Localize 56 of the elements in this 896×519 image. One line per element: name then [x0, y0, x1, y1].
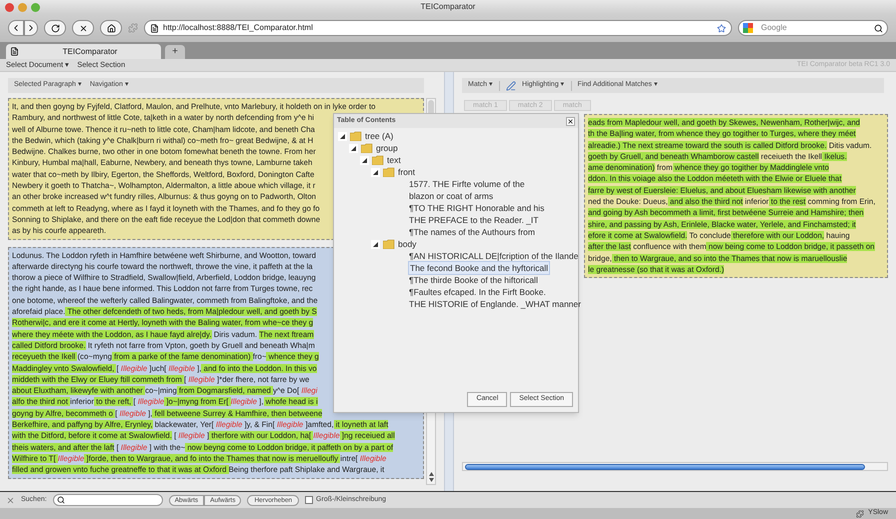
home-icon — [106, 24, 116, 32]
url-text: http://localhost:8888/TEI_Comparator.html — [163, 22, 314, 34]
folder-icon — [383, 167, 395, 177]
folder-icon — [372, 155, 384, 165]
tree-item[interactable]: ¶AN HISTORICALL DE|fcription of the Ilande — [408, 250, 580, 262]
page-icon — [150, 24, 159, 32]
expand-toggle[interactable] — [360, 156, 369, 164]
tree-node[interactable]: group — [376, 142, 398, 154]
home-button[interactable] — [100, 20, 122, 36]
tree-item[interactable]: ¶Faultes efcaped. In the Firft Booke. — [408, 286, 547, 298]
close-button[interactable] — [566, 116, 575, 126]
addon-icon[interactable] — [856, 510, 864, 518]
tree-item[interactable]: The fecond Booke and the hyftoricall — [408, 260, 550, 276]
new-tab-button[interactable]: + — [165, 45, 185, 59]
tree-item[interactable]: ¶TO THE RIGHT Honorable and his — [408, 202, 546, 214]
close-icon — [567, 118, 574, 124]
browser-tab[interactable]: TEIComparator — [6, 44, 161, 59]
match-case-checkbox[interactable] — [305, 496, 314, 504]
page-icon — [10, 47, 19, 56]
search-input[interactable]: Google — [761, 22, 870, 34]
tree-item[interactable]: 1577. THE Firfte volume of the — [408, 178, 526, 190]
tree-item[interactable]: blazon or coat of arms — [408, 190, 494, 202]
bookmark-star-icon[interactable] — [717, 24, 726, 32]
reload-button[interactable] — [44, 20, 66, 36]
back-button[interactable] — [8, 20, 24, 36]
expand-toggle[interactable] — [338, 132, 347, 140]
tree-item[interactable]: THE PREFACE to the Reader. _IT — [408, 214, 540, 226]
expand-toggle[interactable] — [371, 168, 380, 176]
horizontal-scrollbar[interactable] — [462, 462, 888, 471]
tree-item[interactable]: ¶The thirde Booke of the hiftoricall — [408, 274, 539, 286]
close-icon — [78, 24, 88, 32]
tree-node[interactable]: tree (A) — [365, 130, 394, 142]
tree-node[interactable]: body — [398, 238, 416, 250]
folder-icon — [350, 131, 362, 141]
folder-icon — [361, 143, 373, 153]
tree-node[interactable]: front — [398, 166, 416, 178]
address-bar[interactable]: http://localhost:8888/TEI_Comparator.html — [144, 20, 732, 36]
scroll-up-icon[interactable] — [428, 472, 434, 476]
close-window-icon[interactable] — [5, 2, 14, 12]
scroll-down-icon[interactable] — [428, 478, 434, 482]
forward-button[interactable] — [24, 20, 38, 36]
tree-item[interactable]: THE HISTORIE of Englande. _WHAT manner — [408, 298, 582, 310]
search-box[interactable]: Google — [738, 20, 888, 36]
find-field[interactable] — [52, 494, 163, 506]
expand-toggle[interactable] — [371, 240, 380, 248]
tree-node[interactable]: text — [387, 154, 401, 166]
search-icon[interactable] — [874, 24, 883, 32]
expand-toggle[interactable] — [349, 144, 358, 152]
paragraph[interactable] — [584, 114, 888, 278]
highlight-pen-icon[interactable] — [506, 80, 516, 90]
close-find-bar-icon[interactable] — [6, 496, 15, 504]
window-title: TEIComparator — [420, 1, 476, 13]
reload-icon — [50, 24, 60, 32]
tree-item[interactable]: ¶The names of the Authours from — [408, 226, 536, 238]
search-icon — [56, 496, 65, 504]
stop-button[interactable] — [72, 20, 94, 36]
